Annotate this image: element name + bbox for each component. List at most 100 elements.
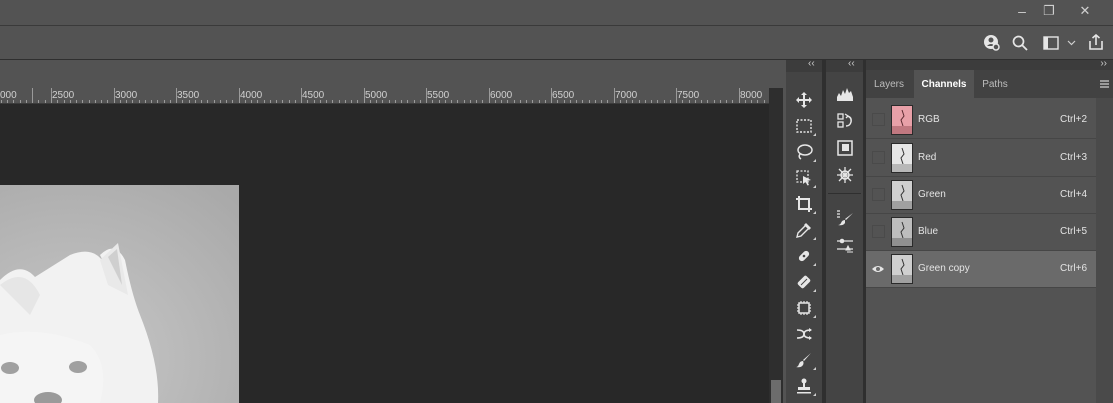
- adjustments-icon: [836, 238, 853, 253]
- expand-panel-icon[interactable]: ››: [1100, 58, 1107, 69]
- ruler-tick: [369, 100, 371, 103]
- visibility-toggle[interactable]: [872, 225, 885, 238]
- collapse-strip-icon[interactable]: ‹‹: [848, 58, 855, 69]
- ruler-tick: [38, 100, 40, 103]
- adjustments-panel-button[interactable]: [826, 232, 863, 258]
- ruler-tick: [463, 100, 465, 103]
- ruler-tick: [157, 100, 159, 103]
- ruler-tick: [282, 100, 284, 103]
- ruler-tick: [644, 100, 646, 103]
- ruler-tick: [532, 100, 534, 103]
- ruler-tick: [426, 88, 427, 103]
- eyedropper-tool[interactable]: [786, 217, 822, 243]
- marquee-tool[interactable]: [786, 113, 822, 139]
- clone-stamp-tool[interactable]: [786, 373, 822, 399]
- brush-settings-panel-button[interactable]: [826, 205, 863, 231]
- ruler-tick: [526, 100, 527, 103]
- stamp-icon: [797, 378, 811, 394]
- tab-paths[interactable]: Paths: [974, 70, 1016, 98]
- ruler-tick: [7, 100, 8, 103]
- panel-scrollbar[interactable]: [1096, 98, 1113, 403]
- ruler-tick: [201, 100, 202, 103]
- visibility-toggle[interactable]: [872, 113, 885, 126]
- patch-icon: [797, 275, 811, 289]
- tools-panel-header[interactable]: ‹‹: [786, 58, 822, 72]
- ruler-tick: [0, 100, 2, 103]
- ruler-tick: [288, 100, 290, 103]
- ruler-tick: [544, 100, 546, 103]
- restore-button[interactable]: ❐: [1032, 0, 1066, 22]
- brush-tool[interactable]: [786, 347, 822, 373]
- lasso-icon: [797, 144, 813, 160]
- tab-label: Channels: [921, 78, 967, 90]
- ruler-tick: [469, 100, 471, 103]
- panel-header[interactable]: ››: [866, 58, 1113, 70]
- ruler-tick: [169, 100, 171, 103]
- navigator-icon: [836, 167, 853, 183]
- vertical-scroll-thumb[interactable]: [771, 380, 781, 403]
- ruler-tick: [732, 100, 734, 103]
- panel-menu-button[interactable]: [1096, 76, 1113, 92]
- ruler-tick: [613, 88, 615, 103]
- share-button[interactable]: [1084, 26, 1108, 59]
- channel-shortcut: Ctrl+6: [1060, 263, 1087, 274]
- ruler-tick: [94, 100, 96, 103]
- eye-icon[interactable]: [871, 263, 885, 275]
- ruler-tick: [482, 100, 484, 103]
- channel-row-blue[interactable]: Blue Ctrl+5: [866, 214, 1096, 251]
- workspace-dropdown[interactable]: [1064, 26, 1078, 59]
- tab-layers[interactable]: Layers: [866, 70, 912, 98]
- ruler-tick: [226, 100, 227, 103]
- healing-icon: [798, 250, 810, 262]
- close-button[interactable]: ✕: [1068, 0, 1102, 22]
- ruler-tick: [76, 100, 77, 103]
- ruler-tick: [507, 100, 509, 103]
- patch-tool[interactable]: [786, 269, 822, 295]
- visibility-toggle[interactable]: [872, 188, 885, 201]
- ruler-tick: [188, 100, 190, 103]
- channel-row-rgb[interactable]: RGB Ctrl+2: [866, 102, 1096, 139]
- icon-strip-header[interactable]: ‹‹: [826, 58, 863, 72]
- visibility-toggle[interactable]: [872, 151, 885, 164]
- channel-name: Green copy: [918, 263, 970, 274]
- ruler-tick: [413, 100, 415, 103]
- histogram-panel-button[interactable]: [826, 81, 863, 107]
- red-eye-icon: [796, 328, 812, 340]
- ruler-tick: [163, 100, 165, 103]
- channel-row-red[interactable]: Red Ctrl+3: [866, 140, 1096, 177]
- workspace-button[interactable]: [1040, 26, 1062, 59]
- channel-name: Red: [918, 152, 937, 163]
- object-selection-tool[interactable]: [786, 165, 822, 191]
- search-button[interactable]: [1008, 26, 1032, 59]
- channel-row-green-copy[interactable]: Green copy Ctrl+6: [866, 251, 1096, 288]
- crop-tool[interactable]: [786, 191, 822, 217]
- ruler-tick: [763, 100, 765, 103]
- share-icon: [1089, 34, 1103, 50]
- account-search-button[interactable]: [980, 26, 1004, 59]
- content-aware-move-tool[interactable]: [786, 295, 822, 321]
- ruler-tick: [626, 100, 627, 103]
- channel-row-green[interactable]: Green Ctrl+4: [866, 177, 1096, 214]
- properties-panel-button[interactable]: [826, 135, 863, 161]
- ruler-tick: [438, 100, 440, 103]
- tab-channels[interactable]: Channels: [914, 70, 974, 98]
- spot-healing-tool[interactable]: [786, 243, 822, 269]
- navigator-panel-button[interactable]: [826, 162, 863, 188]
- ruler-tick: [488, 88, 490, 103]
- channel-shortcut: Ctrl+5: [1060, 226, 1087, 237]
- vertical-scrollbar[interactable]: [769, 88, 783, 403]
- image-canvas[interactable]: [0, 185, 239, 403]
- red-eye-tool[interactable]: [786, 321, 822, 347]
- ruler-tick: [726, 100, 727, 103]
- ruler-tick: [69, 100, 71, 103]
- move-tool[interactable]: [786, 87, 822, 113]
- history-panel-button[interactable]: [826, 108, 863, 134]
- ruler-tick: [151, 100, 152, 103]
- crop-icon: [796, 196, 812, 212]
- collapse-toolbar-icon[interactable]: ‹‹: [808, 58, 815, 69]
- ruler-tick: [382, 100, 384, 103]
- properties-icon: [836, 140, 853, 156]
- ruler-tick: [301, 88, 302, 103]
- lasso-tool[interactable]: [786, 139, 822, 165]
- channel-thumbnail: [891, 254, 913, 284]
